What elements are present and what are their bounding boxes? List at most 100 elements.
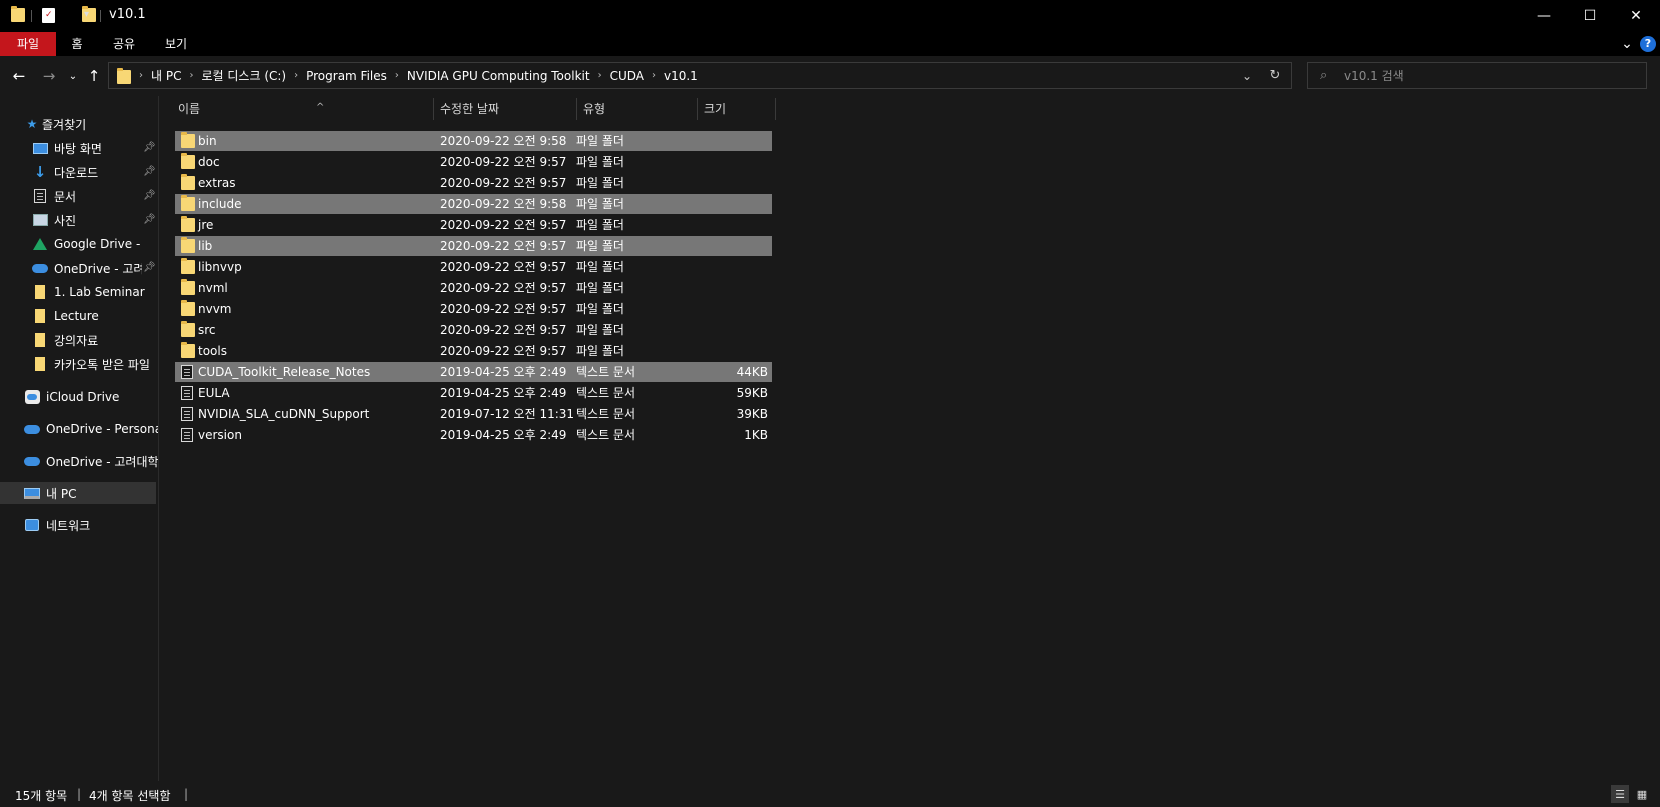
sidebar-item-kakaotalk-files[interactable]: 카카오톡 받은 파일 [32, 353, 158, 375]
up-arrow-icon[interactable]: ↑ [84, 66, 104, 86]
column-divider[interactable] [697, 98, 698, 120]
status-divider: | [184, 787, 189, 801]
table-row[interactable]: NVIDIA_SLA_cuDNN_Support 2019-07-12 오전 11… [175, 404, 772, 424]
sidebar-item-pictures[interactable]: 사진 [32, 209, 142, 231]
sidebar-item-lecture-materials[interactable]: 강의자료 [32, 329, 150, 351]
onedrive-icon [24, 453, 40, 469]
table-row[interactable]: libnvvp 2020-09-22 오전 9:57 파일 폴더 [175, 257, 772, 277]
folder-icon [181, 321, 195, 337]
table-row[interactable]: src 2020-09-22 오전 9:57 파일 폴더 [175, 320, 772, 340]
sidebar-item-lab-seminar[interactable]: 1. Lab Seminar [32, 281, 150, 303]
divider [100, 10, 101, 22]
forward-arrow-icon[interactable]: → [39, 66, 59, 86]
recent-locations-chevron-icon[interactable]: ⌄ [63, 66, 83, 86]
breadcrumb-program-files[interactable]: Program Files [300, 69, 393, 83]
navigation-pane: ★ 즐겨찾기 바탕 화면 📌︎ ↓ 다운로드 📌︎ 문서 📌︎ 사진 📌︎ Go… [0, 96, 158, 781]
table-row[interactable]: bin 2020-09-22 오전 9:58 파일 폴더 [175, 131, 772, 151]
pin-icon[interactable]: 📌︎ [143, 214, 156, 225]
table-row[interactable]: tools 2020-09-22 오전 9:57 파일 폴더 [175, 341, 772, 361]
breadcrumb-local-disk[interactable]: 로컬 디스크 (C:) [195, 67, 292, 84]
table-row[interactable]: nvml 2020-09-22 오전 9:57 파일 폴더 [175, 278, 772, 298]
sidebar-item-network[interactable]: 네트워크 [24, 514, 158, 536]
sidebar-item-google-drive[interactable]: Google Drive - P [32, 233, 142, 255]
status-divider: | [77, 787, 82, 801]
table-row[interactable]: jre 2020-09-22 오전 9:57 파일 폴더 [175, 215, 772, 235]
chevron-right-icon[interactable]: › [393, 70, 401, 81]
file-date: 2019-04-25 오후 2:49 [440, 365, 567, 379]
sidebar-item-downloads[interactable]: ↓ 다운로드 [32, 161, 142, 183]
file-date: 2020-09-22 오전 9:57 [440, 155, 567, 169]
breadcrumb-nvidia-toolkit[interactable]: NVIDIA GPU Computing Toolkit [401, 69, 596, 83]
close-button[interactable]: ✕ [1613, 0, 1659, 32]
details-view-icon[interactable]: ☰ [1611, 785, 1629, 803]
pin-icon[interactable]: 📌︎ [143, 142, 156, 153]
maximize-button[interactable]: ☐ [1567, 0, 1613, 32]
chevron-right-icon[interactable]: › [650, 70, 658, 81]
minimize-button[interactable]: — [1521, 0, 1567, 32]
sidebar-item-icloud-drive[interactable]: iCloud Drive [24, 386, 158, 408]
tab-share[interactable]: 공유 [104, 32, 144, 56]
selected-count: 4개 항목 선택함 [89, 789, 171, 803]
sidebar-item-lecture[interactable]: Lecture [32, 305, 150, 327]
file-date: 2020-09-22 오전 9:58 [440, 134, 567, 148]
file-type: 텍스트 문서 [576, 365, 636, 379]
chevron-right-icon[interactable]: › [292, 70, 300, 81]
sidebar-item-onedrive-personal[interactable]: OneDrive - Personal [24, 418, 158, 440]
window-title: v10.1 [109, 7, 146, 22]
folder-icon [117, 67, 131, 84]
help-icon[interactable]: ? [1640, 36, 1656, 52]
sidebar-item-onedrive-korea-univ[interactable]: OneDrive - 고려대학교 [24, 450, 158, 472]
table-row[interactable]: EULA 2019-04-25 오후 2:49 텍스트 문서 59KB [175, 383, 772, 403]
table-row[interactable]: version 2019-04-25 오후 2:49 텍스트 문서 1KB [175, 425, 772, 445]
table-row[interactable]: CUDA_Toolkit_Release_Notes 2019-04-25 오후 … [175, 362, 772, 382]
address-bar[interactable]: › 내 PC › 로컬 디스크 (C:) › Program Files › N… [108, 62, 1292, 89]
address-history-chevron-icon[interactable]: ⌄ [1235, 63, 1259, 88]
breadcrumb-cuda[interactable]: CUDA [604, 69, 650, 83]
chevron-right-icon[interactable]: › [137, 70, 145, 81]
tab-file[interactable]: 파일 [0, 32, 56, 56]
sidebar-item-desktop[interactable]: 바탕 화면 [32, 137, 142, 159]
table-row[interactable]: extras 2020-09-22 오전 9:57 파일 폴더 [175, 173, 772, 193]
pin-icon[interactable]: 📌︎ [143, 190, 156, 201]
tab-home[interactable]: 홈 [60, 32, 94, 56]
file-type: 파일 폴더 [576, 281, 624, 295]
tab-view[interactable]: 보기 [156, 32, 196, 56]
pin-icon[interactable]: 📌︎ [143, 166, 156, 177]
sidebar-item-documents[interactable]: 문서 [32, 185, 142, 207]
breadcrumb-my-pc[interactable]: 내 PC [145, 67, 187, 84]
navigation-bar: ← → ⌄ ↑ › 내 PC › 로컬 디스크 (C:) › Program F… [0, 56, 1660, 96]
table-row[interactable]: include 2020-09-22 오전 9:58 파일 폴더 [175, 194, 772, 214]
file-date: 2019-04-25 오후 2:49 [440, 386, 567, 400]
desktop-icon [32, 140, 48, 156]
sidebar-item-this-pc[interactable]: 내 PC [0, 482, 156, 504]
column-header-size[interactable]: 크기 [704, 96, 774, 122]
sidebar-item-quick-access[interactable]: ★ 즐겨찾기 [26, 113, 87, 135]
column-header-date[interactable]: 수정한 날짜 [440, 96, 570, 122]
column-divider[interactable] [576, 98, 577, 120]
column-header-name[interactable]: 이름 ^ [178, 96, 426, 122]
chevron-right-icon[interactable]: › [187, 70, 195, 81]
customize-toolbar-icon[interactable]: ▾ [84, 9, 89, 25]
document-icon [32, 188, 48, 204]
table-row[interactable]: lib 2020-09-22 오전 9:57 파일 폴더 [175, 236, 772, 256]
column-header-type[interactable]: 유형 [583, 96, 693, 122]
column-divider[interactable] [433, 98, 434, 120]
large-icons-view-icon[interactable]: ▦ [1633, 785, 1651, 803]
pin-icon[interactable]: 📌︎ [143, 262, 156, 273]
back-arrow-icon[interactable]: ← [9, 66, 29, 86]
refresh-icon[interactable]: ↻ [1263, 63, 1287, 88]
breadcrumb-v10-1[interactable]: v10.1 [658, 69, 704, 83]
sidebar-item-onedrive-korea[interactable]: OneDrive - 고려대 [32, 257, 142, 279]
expand-ribbon-icon[interactable]: ⌄ [1618, 32, 1636, 56]
table-row[interactable]: nvvm 2020-09-22 오전 9:57 파일 폴더 [175, 299, 772, 319]
table-row[interactable]: doc 2020-09-22 오전 9:57 파일 폴더 [175, 152, 772, 172]
folder-icon [32, 308, 48, 324]
file-type: 파일 폴더 [576, 323, 624, 337]
file-name: bin [198, 134, 217, 148]
properties-icon[interactable]: ✓ [42, 8, 55, 23]
column-divider[interactable] [775, 98, 776, 120]
folder-icon [181, 279, 195, 295]
chevron-right-icon[interactable]: › [596, 70, 604, 81]
search-box[interactable]: ⌕ [1307, 62, 1647, 89]
search-input[interactable] [1344, 66, 1634, 85]
